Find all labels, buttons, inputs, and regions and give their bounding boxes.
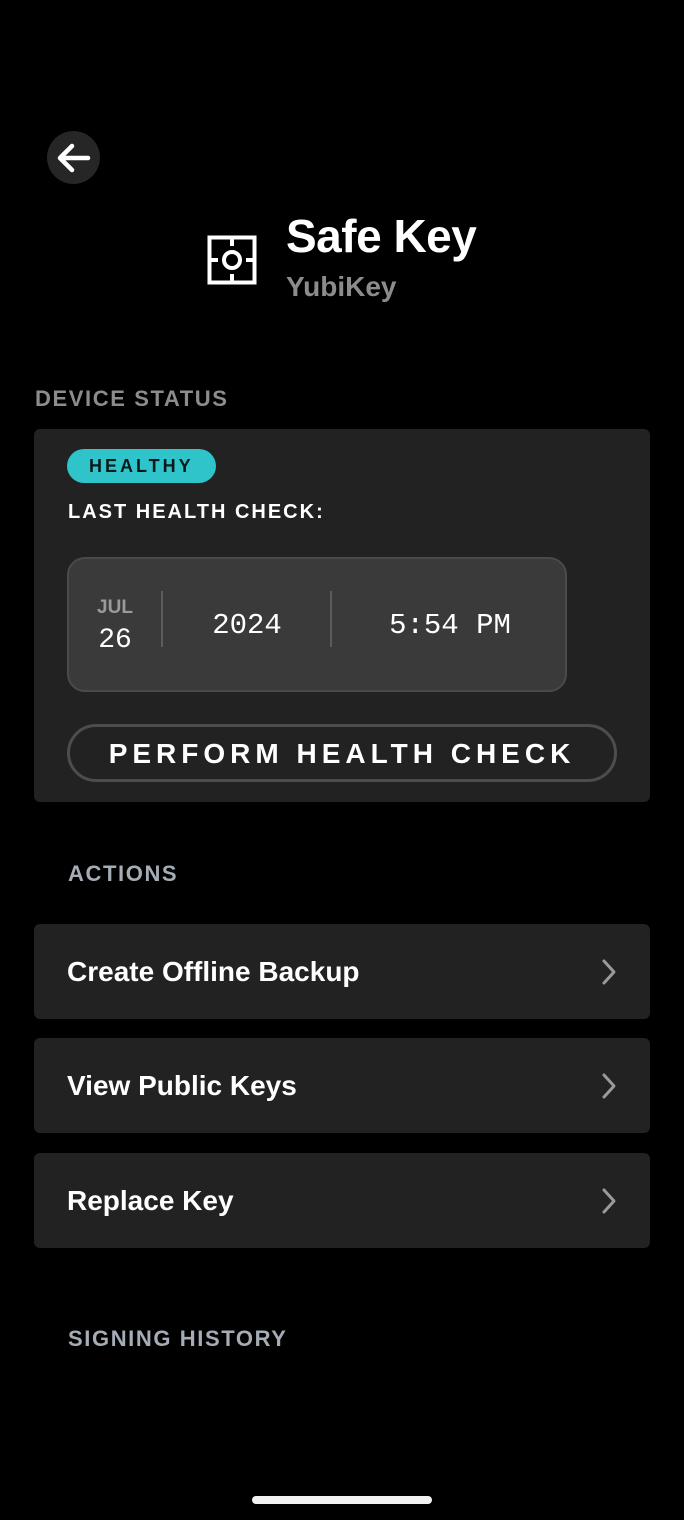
check-day: 26 xyxy=(98,625,132,656)
key-device-icon xyxy=(207,235,257,285)
perform-health-check-button[interactable]: PERFORM HEALTH CHECK xyxy=(67,724,617,782)
home-indicator[interactable] xyxy=(252,1496,432,1504)
chevron-right-icon xyxy=(600,958,618,986)
actions-heading: ACTIONS xyxy=(68,861,179,886)
chevron-right-icon xyxy=(600,1187,618,1215)
signing-history-heading: SIGNING HISTORY xyxy=(68,1326,288,1351)
check-time: 5:54 PM xyxy=(389,609,511,642)
datetime-divider xyxy=(330,591,332,647)
device-status-heading: DEVICE STATUS xyxy=(35,386,229,411)
device-header: Safe Key YubiKey xyxy=(0,205,684,315)
action-label: Create Offline Backup xyxy=(67,956,360,987)
replace-key-item[interactable]: Replace Key xyxy=(34,1153,650,1248)
view-public-keys-item[interactable]: View Public Keys xyxy=(34,1038,650,1133)
device-subtitle: YubiKey xyxy=(286,271,397,302)
page-title: Safe Key xyxy=(286,210,477,262)
action-label: Replace Key xyxy=(67,1185,234,1216)
check-year: 2024 xyxy=(212,609,282,642)
create-offline-backup-item[interactable]: Create Offline Backup xyxy=(34,924,650,1019)
device-status-card: HEALTHY LAST HEALTH CHECK: JUL 26 2024 5… xyxy=(34,429,650,802)
chevron-right-icon xyxy=(600,1072,618,1100)
back-button[interactable] xyxy=(47,131,100,184)
last-health-check-datetime: JUL 26 2024 5:54 PM xyxy=(67,557,567,692)
check-month: JUL xyxy=(97,597,133,618)
status-badge: HEALTHY xyxy=(67,449,216,483)
last-health-check-label: LAST HEALTH CHECK: xyxy=(68,501,325,523)
action-label: View Public Keys xyxy=(67,1070,297,1101)
arrow-left-icon xyxy=(57,143,91,173)
